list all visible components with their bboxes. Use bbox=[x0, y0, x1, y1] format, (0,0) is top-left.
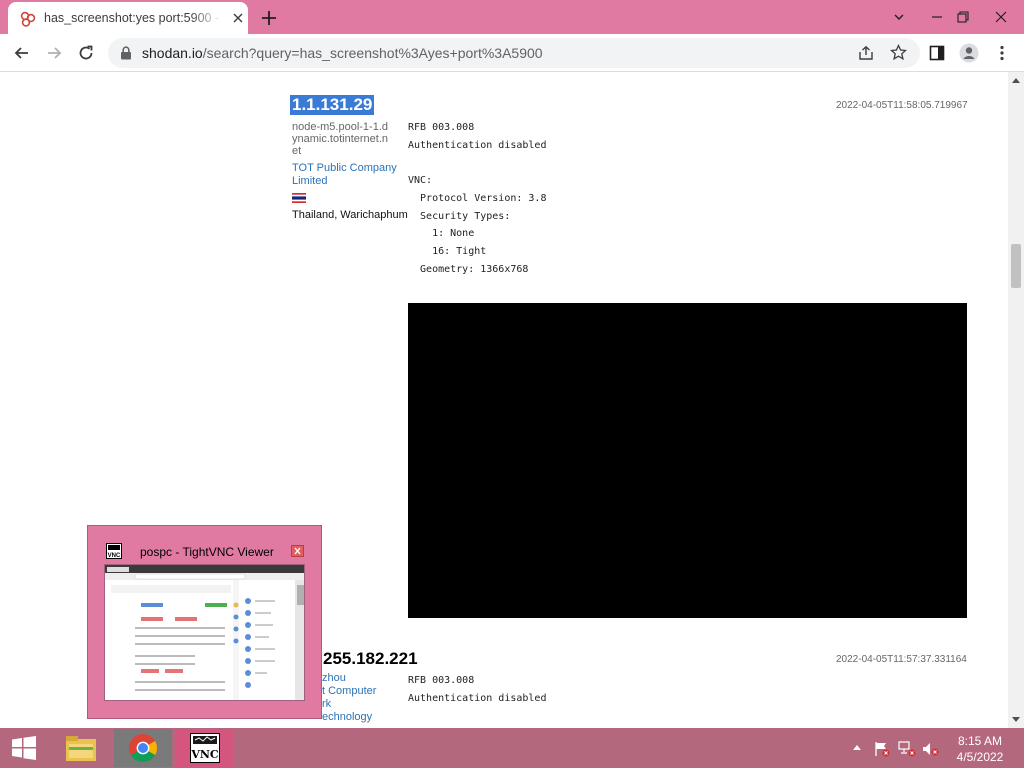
result-organization-link[interactable]: TOT Public Company Limited bbox=[292, 162, 402, 188]
lock-icon[interactable] bbox=[120, 46, 132, 60]
start-button[interactable] bbox=[0, 729, 48, 767]
browser-tab-strip: has_screenshot:yes port:5900 - Shodan Se… bbox=[0, 0, 1024, 34]
thumbnail-window-title: pospc - TightVNC Viewer bbox=[140, 545, 274, 559]
tab-title: has_screenshot:yes port:5900 - Shodan Se… bbox=[44, 11, 222, 25]
page-scrollbar[interactable] bbox=[1008, 72, 1024, 728]
svg-text:VNC: VNC bbox=[108, 553, 121, 559]
speaker-muted-icon[interactable] bbox=[922, 741, 940, 757]
address-bar[interactable]: shodan.io/search?query=has_screenshot%3A… bbox=[108, 38, 920, 68]
profile-avatar-icon[interactable] bbox=[959, 43, 979, 63]
result-location: Thailand, Warichaphum bbox=[292, 209, 408, 221]
screen: has_screenshot:yes port:5900 - Shodan Se… bbox=[0, 0, 1024, 768]
taskbar-clock[interactable]: 8:15 AM 4/5/2022 bbox=[954, 733, 1006, 765]
more-menu-icon[interactable] bbox=[992, 43, 1012, 63]
network-icon[interactable] bbox=[898, 741, 916, 757]
taskbar-thumbnail-preview[interactable]: VNC pospc - TightVNC Viewer bbox=[87, 525, 322, 719]
thumbnail-window-preview bbox=[104, 564, 305, 701]
scroll-down-arrow-icon[interactable] bbox=[1008, 712, 1024, 728]
back-arrow-icon[interactable] bbox=[12, 43, 32, 63]
result-timestamp: 2022-04-05T11:58:05.719967 bbox=[836, 100, 968, 111]
chrome-icon bbox=[129, 734, 157, 762]
windows-logo-icon bbox=[12, 736, 36, 760]
bookmark-star-icon[interactable] bbox=[890, 44, 907, 61]
browser-toolbar: shodan.io/search?query=has_screenshot%3A… bbox=[0, 34, 1024, 72]
result-banner: RFB 003.008 Authentication disabled bbox=[408, 675, 547, 704]
taskbar-file-explorer[interactable] bbox=[52, 729, 110, 767]
tightvnc-icon: VNC bbox=[190, 733, 220, 763]
share-icon[interactable] bbox=[858, 45, 874, 61]
result-ip-link[interactable]: 1.1.131.29 bbox=[290, 95, 375, 115]
url-text: shodan.io/search?query=has_screenshot%3A… bbox=[142, 45, 543, 61]
clock-time: 8:15 AM bbox=[957, 734, 1003, 748]
result-banner: RFB 003.008 Authentication disabled VNC:… bbox=[408, 122, 547, 275]
result-ip-link[interactable]: 255.182.221 bbox=[323, 649, 418, 669]
forward-arrow-icon[interactable] bbox=[44, 43, 64, 63]
windows-taskbar: VNC 8:15 AM 4/5/2022 bbox=[0, 728, 1024, 768]
remote-desktop-miniature bbox=[105, 565, 304, 700]
thailand-flag-icon bbox=[292, 193, 306, 203]
thumbnail-close-icon[interactable] bbox=[291, 545, 304, 557]
new-tab-plus-icon[interactable] bbox=[258, 7, 280, 29]
close-window-icon[interactable] bbox=[984, 0, 1018, 34]
shodan-favicon-icon bbox=[20, 11, 36, 27]
reload-icon[interactable] bbox=[76, 43, 96, 63]
result-hostname: node-m5.pool-1-1.dynamic.totinternet.net bbox=[292, 121, 389, 157]
vnc-screenshot-image[interactable] bbox=[408, 303, 967, 618]
clock-date: 4/5/2022 bbox=[956, 750, 1004, 764]
taskbar-chrome[interactable] bbox=[114, 729, 172, 767]
result-timestamp: 2022-04-05T11:57:37.331164 bbox=[836, 654, 967, 665]
show-hidden-icons-icon[interactable] bbox=[853, 744, 861, 750]
file-explorer-icon bbox=[66, 736, 96, 761]
taskbar-tightvnc[interactable]: VNC bbox=[176, 729, 234, 767]
tightvnc-app-icon: VNC bbox=[106, 543, 122, 559]
tab-search-chevron-icon[interactable] bbox=[882, 0, 916, 34]
action-center-flag-icon[interactable] bbox=[874, 741, 890, 757]
side-panel-icon[interactable] bbox=[927, 43, 947, 63]
svg-text:VNC: VNC bbox=[190, 748, 219, 761]
browser-tab[interactable]: has_screenshot:yes port:5900 - Shodan Se… bbox=[8, 2, 248, 34]
tab-close-icon[interactable] bbox=[230, 10, 246, 26]
restore-icon[interactable] bbox=[946, 0, 980, 34]
scrollbar-thumb[interactable] bbox=[1011, 244, 1021, 288]
scroll-up-arrow-icon[interactable] bbox=[1008, 72, 1024, 88]
